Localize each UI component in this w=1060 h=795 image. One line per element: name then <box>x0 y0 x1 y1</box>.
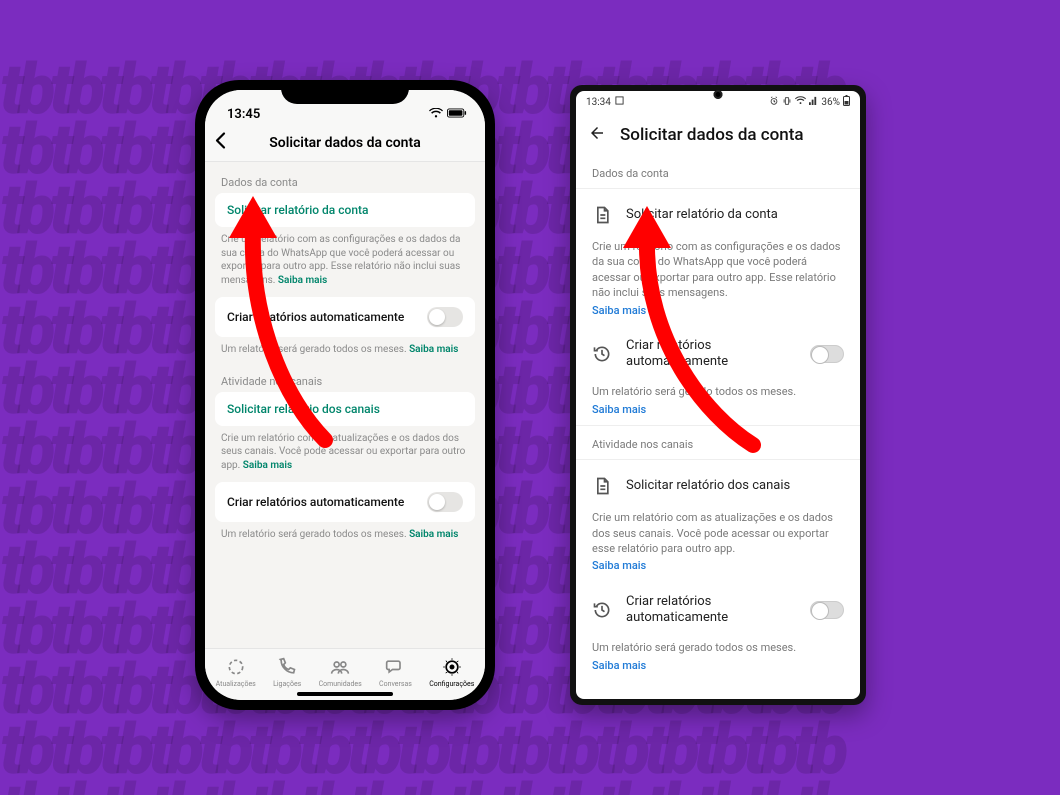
notification-icon <box>615 96 624 108</box>
learn-more-link[interactable]: Saiba mais <box>243 460 292 471</box>
auto-reports-desc: Um relatório será gerado todos os meses.… <box>215 343 475 367</box>
desc-text: Crie um relatório com as atualizações e … <box>592 511 833 555</box>
learn-more-link[interactable]: Saiba mais <box>409 529 458 540</box>
android-device-frame: 13:34 36% Solicitar dados da conta Dado <box>570 85 866 705</box>
divider <box>576 188 860 189</box>
chat-bubbles-icon <box>385 657 405 679</box>
tab-label: Comunidades <box>319 680 362 688</box>
history-icon <box>592 600 612 620</box>
home-indicator[interactable] <box>297 692 393 696</box>
request-account-report-label: Solicitar relatório da conta <box>227 203 368 217</box>
request-account-report-desc: Crie um relatório com as configurações e… <box>590 239 846 324</box>
page-title: Solicitar dados da conta <box>620 125 804 145</box>
tab-updates[interactable]: Atualizações <box>216 657 256 688</box>
phone-icon <box>277 657 297 679</box>
tab-label: Ligações <box>273 680 301 688</box>
tab-chats[interactable]: Conversas <box>379 657 412 688</box>
section-label-channels: Atividade nos canais <box>590 428 846 457</box>
desc-text: Crie um relatório com as configurações e… <box>592 240 840 299</box>
auto-reports-desc: Um relatório será gerado todos os meses.… <box>590 640 846 679</box>
back-button[interactable] <box>588 124 606 147</box>
tab-calls[interactable]: Ligações <box>273 657 301 688</box>
auto-reports-desc: Um relatório será gerado todos os meses.… <box>215 528 475 552</box>
section-label-account: Dados da conta <box>215 168 475 193</box>
learn-more-link[interactable]: Saiba mais <box>592 402 844 417</box>
auto-reports-row-channels[interactable]: Criar relatórios automaticamente <box>215 482 475 522</box>
auto-reports-toggle[interactable] <box>427 307 463 327</box>
android-status-time: 13:34 <box>586 97 611 108</box>
tab-label: Configurações <box>429 680 474 688</box>
history-icon <box>592 344 612 364</box>
auto-reports-row-account[interactable]: Criar relatórios automaticamente <box>215 297 475 337</box>
request-channels-report-row[interactable]: Solicitar relatório dos canais <box>590 462 846 510</box>
desc-text: Um relatório será gerado todos os meses. <box>221 344 409 355</box>
request-account-report-desc: Crie um relatório com as configurações e… <box>215 233 475 297</box>
request-account-report-row[interactable]: Solicitar relatório da conta <box>590 191 846 239</box>
auto-reports-row-channels[interactable]: Criar relatórios automaticamente <box>590 580 846 641</box>
request-channels-report-desc: Crie um relatório com as atualizações e … <box>590 510 846 580</box>
request-channels-report-label: Solicitar relatório dos canais <box>626 478 844 494</box>
request-channels-report-row[interactable]: Solicitar relatório dos canais <box>215 392 475 426</box>
android-punch-hole <box>714 90 723 99</box>
tab-settings[interactable]: Configurações <box>429 657 474 688</box>
request-channels-report-label: Solicitar relatório dos canais <box>227 402 380 416</box>
section-label-channels: Atividade nos canais <box>215 367 475 392</box>
battery-icon <box>447 107 467 122</box>
document-icon <box>592 476 612 496</box>
back-button[interactable] <box>213 130 227 155</box>
request-account-report-label: Solicitar relatório da conta <box>626 207 844 223</box>
auto-reports-toggle[interactable] <box>427 492 463 512</box>
auto-reports-desc: Um relatório será gerado todos os meses.… <box>590 384 846 423</box>
ios-status-right <box>429 107 467 122</box>
learn-more-link[interactable]: Saiba mais <box>409 344 458 355</box>
request-account-report-row[interactable]: Solicitar relatório da conta <box>215 193 475 227</box>
battery-percent: 36% <box>821 97 840 108</box>
learn-more-link[interactable]: Saiba mais <box>592 303 844 318</box>
wifi-icon <box>429 107 443 122</box>
desc-text: Um relatório será gerado todos os meses. <box>592 641 796 654</box>
iphone-device-frame: 13:45 Solicitar dados da conta Dados da … <box>195 80 495 710</box>
background-pattern: tbtbtbtbtbtbtbtbtbtbtbtbtbtbtbtbtb tbtbt… <box>0 0 1060 795</box>
divider <box>576 425 860 426</box>
divider <box>576 459 860 460</box>
auto-reports-toggle[interactable] <box>810 601 844 619</box>
iphone-screen: 13:45 Solicitar dados da conta Dados da … <box>205 90 485 700</box>
android-screen: 13:34 36% Solicitar dados da conta Dado <box>576 91 860 699</box>
signal-icon <box>809 96 818 108</box>
iphone-notch <box>281 80 409 104</box>
learn-more-link[interactable]: Saiba mais <box>592 658 844 673</box>
auto-reports-label: Criar relatórios automaticamente <box>227 310 404 324</box>
desc-text: Um relatório será gerado todos os meses. <box>221 529 409 540</box>
auto-reports-toggle[interactable] <box>810 345 844 363</box>
vibrate-icon <box>782 96 792 109</box>
android-title-bar: Solicitar dados da conta <box>576 113 860 157</box>
ios-content[interactable]: Dados da conta Solicitar relatório da co… <box>205 162 485 648</box>
desc-text: Crie um relatório com as configurações e… <box>221 234 460 286</box>
section-label-account: Dados da conta <box>590 157 846 186</box>
learn-more-link[interactable]: Saiba mais <box>592 558 844 573</box>
auto-reports-label: Criar relatórios automaticamente <box>626 338 796 371</box>
wifi-icon <box>795 96 806 108</box>
auto-reports-label: Criar relatórios automaticamente <box>626 594 796 627</box>
status-circle-icon <box>226 657 246 679</box>
ios-status-time: 13:45 <box>227 107 260 122</box>
gear-icon <box>442 657 462 679</box>
ios-title-bar: Solicitar dados da conta <box>205 124 485 162</box>
tab-communities[interactable]: Comunidades <box>319 657 362 688</box>
page-title: Solicitar dados da conta <box>205 135 485 151</box>
alarm-icon <box>769 96 779 109</box>
document-icon <box>592 205 612 225</box>
battery-icon <box>843 95 850 109</box>
tab-label: Atualizações <box>216 680 256 688</box>
people-icon <box>330 657 350 679</box>
desc-text: Um relatório será gerado todos os meses. <box>592 385 796 398</box>
auto-reports-label: Criar relatórios automaticamente <box>227 495 404 509</box>
request-channels-report-desc: Crie um relatório com as atualizações e … <box>215 432 475 483</box>
tab-label: Conversas <box>379 680 412 688</box>
android-content[interactable]: Dados da conta Solicitar relatório da co… <box>576 157 860 699</box>
learn-more-link[interactable]: Saiba mais <box>278 275 327 286</box>
auto-reports-row-account[interactable]: Criar relatórios automaticamente <box>590 324 846 385</box>
